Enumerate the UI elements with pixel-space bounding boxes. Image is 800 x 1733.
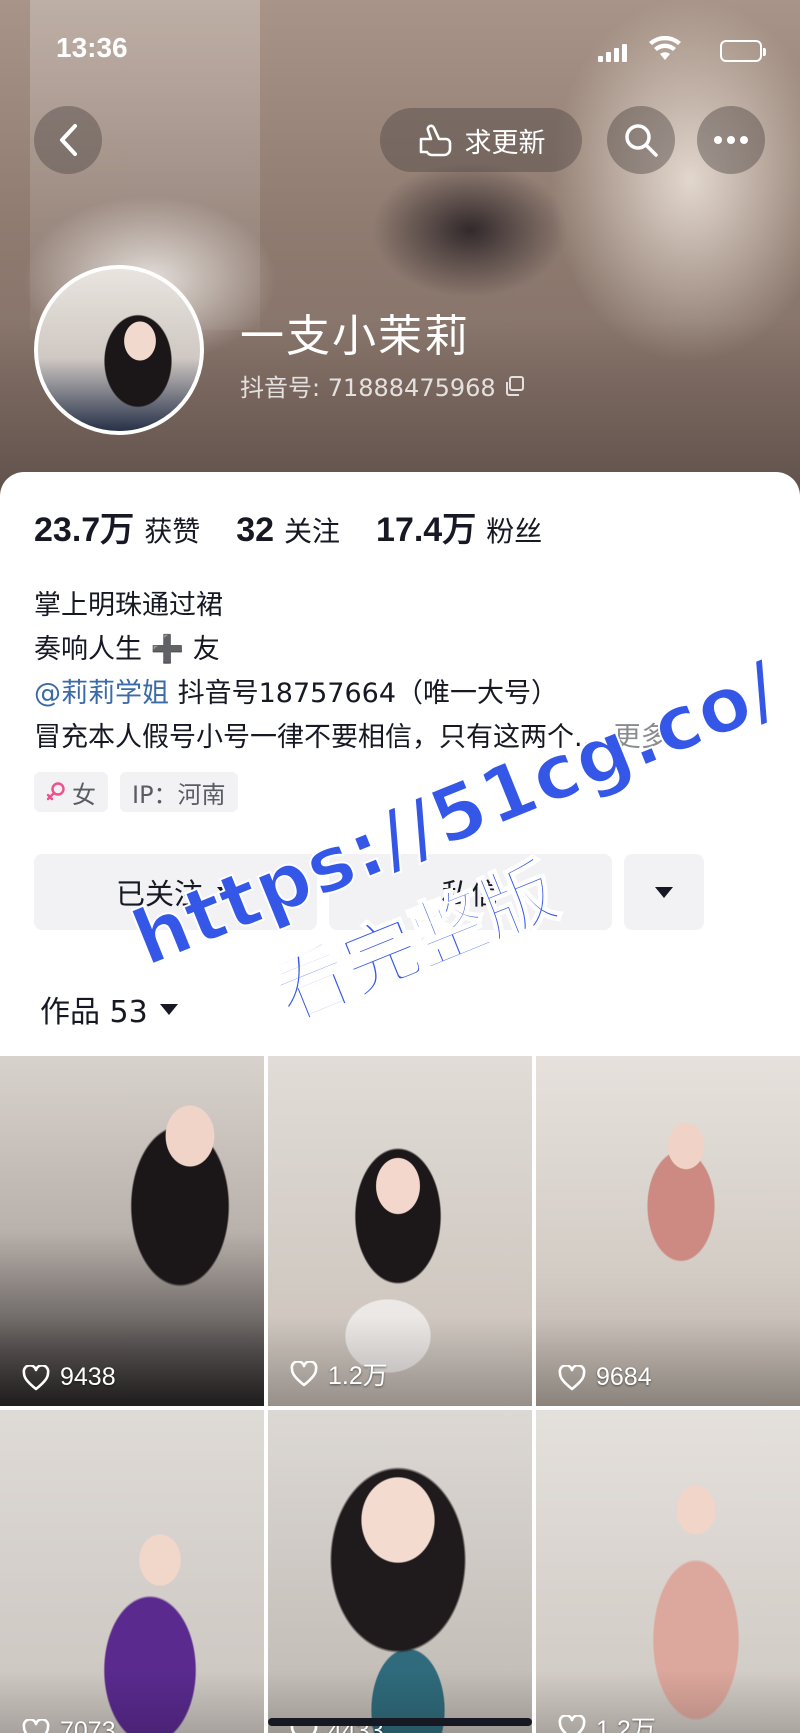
caret-down-icon (217, 886, 235, 898)
video-thumbnail[interactable]: 9684 (536, 1056, 800, 1406)
video-thumbnail[interactable]: 4433 (268, 1410, 532, 1733)
video-likes: 1.2万 (558, 1710, 656, 1733)
video-thumbnail[interactable]: 1.2万 (536, 1410, 800, 1733)
profile-stats: 23.7万 获赞 32 关注 17.4万 粉丝 (34, 502, 578, 551)
video-likes: 9438 (22, 1363, 116, 1392)
female-symbol-icon (46, 782, 65, 801)
video-likes-count: 7073 (60, 1717, 116, 1733)
thumbnail-shade (0, 1316, 264, 1406)
following-button[interactable]: 已关注 (34, 854, 317, 930)
message-button-label: 私信 (441, 877, 500, 911)
following-button-label: 已关注 (115, 877, 203, 911)
avatar[interactable] (34, 265, 204, 435)
more-options-button[interactable] (697, 106, 765, 174)
thumbnail-shade (536, 1316, 800, 1406)
ip-location-label: IP：河南 (132, 780, 226, 809)
video-likes-count: 9438 (60, 1363, 116, 1391)
heart-outline-icon (22, 1364, 50, 1390)
bio-line-2: 奏响人生 ➕ 友 (34, 634, 220, 665)
video-likes-count: 1.2万 (596, 1716, 656, 1733)
video-likes-count: 9684 (596, 1363, 652, 1391)
profile-actions: 已关注 私信 (34, 854, 704, 930)
tab-works[interactable]: 作品 53 (40, 987, 178, 1031)
video-thumbnail[interactable]: 9438 (0, 1056, 264, 1406)
stat-followers-value: 17.4万 (376, 511, 477, 549)
more-dots-icon (714, 136, 748, 144)
status-bar: 13:36 (0, 28, 800, 72)
stat-likes[interactable]: 23.7万 获赞 (34, 502, 200, 551)
battery-icon (720, 40, 766, 62)
tab-works-label: 作品 53 (40, 995, 148, 1030)
video-grid: 9438 1.2万 9684 7073 1.2万 (0, 1056, 800, 1733)
video-likes: 1.2万 (290, 1356, 388, 1392)
profile-sheet: 23.7万 获赞 32 关注 17.4万 粉丝 掌上明珠通过裙 奏响人生 ➕ 友… (0, 472, 800, 1733)
bio-line-4-text: 冒充本人假号小号一律不要相信，只有这两个... (34, 722, 600, 753)
gender-tag-label: 女 (72, 780, 96, 809)
bio-mention-link[interactable]: @莉莉学姐 (34, 678, 169, 709)
stat-followers[interactable]: 17.4万 粉丝 (376, 502, 542, 551)
cellular-signal-icon (598, 44, 628, 62)
caret-down-icon (159, 1003, 178, 1015)
heart-outline-icon (290, 1361, 318, 1387)
recommend-dropdown-button[interactable] (624, 854, 704, 930)
video-likes-count: 1.2万 (328, 1362, 388, 1390)
heart-outline-icon (22, 1718, 50, 1733)
video-likes: 7073 (22, 1717, 116, 1733)
stat-likes-value: 23.7万 (34, 511, 135, 549)
search-button[interactable] (607, 106, 675, 174)
stat-following[interactable]: 32 关注 (236, 510, 340, 550)
video-thumbnail[interactable]: 1.2万 (268, 1056, 532, 1406)
bio-line-1: 掌上明珠通过裙 (34, 590, 223, 621)
heart-outline-icon (558, 1715, 586, 1733)
bio-line-3: @莉莉学姐 抖音号18757664（唯一大号） (34, 672, 774, 716)
caret-down-icon (655, 886, 673, 898)
stat-following-value: 32 (236, 511, 275, 549)
message-button[interactable]: 私信 (329, 854, 612, 930)
home-indicator (268, 1718, 532, 1726)
copy-icon[interactable] (504, 375, 526, 397)
profile-bio: 掌上明珠通过裙 奏响人生 ➕ 友 @莉莉学姐 抖音号18757664（唯一大号）… (34, 584, 774, 760)
bio-line-3-text: 抖音号18757664（唯一大号） (169, 678, 559, 709)
bio-more-link[interactable]: 更多 (614, 722, 668, 753)
video-likes: 9684 (558, 1363, 652, 1392)
douyin-id-text: 抖音号: 71888475968 (240, 374, 496, 402)
chevron-left-icon (60, 124, 77, 156)
search-icon (625, 124, 658, 157)
stat-likes-label: 获赞 (144, 515, 201, 548)
stat-following-label: 关注 (284, 515, 341, 548)
stat-followers-label: 粉丝 (486, 515, 543, 548)
back-button[interactable] (34, 106, 102, 174)
pointing-hand-icon (419, 124, 451, 157)
wifi-icon (649, 36, 681, 60)
douyin-id[interactable]: 抖音号: 71888475968 (240, 368, 526, 403)
request-update-label: 求更新 (464, 127, 546, 159)
bio-line-4: 冒充本人假号小号一律不要相信，只有这两个... 更多 (34, 716, 774, 760)
profile-tags: 女 IP：河南 (34, 772, 238, 812)
ip-location-tag: IP：河南 (120, 772, 238, 812)
status-time: 13:36 (56, 32, 128, 63)
gender-tag: 女 (34, 772, 108, 812)
heart-outline-icon (558, 1364, 586, 1390)
request-update-button[interactable]: 求更新 (380, 108, 582, 172)
video-thumbnail[interactable]: 7073 (0, 1410, 264, 1733)
profile-nickname: 一支小茉莉 (240, 311, 470, 362)
